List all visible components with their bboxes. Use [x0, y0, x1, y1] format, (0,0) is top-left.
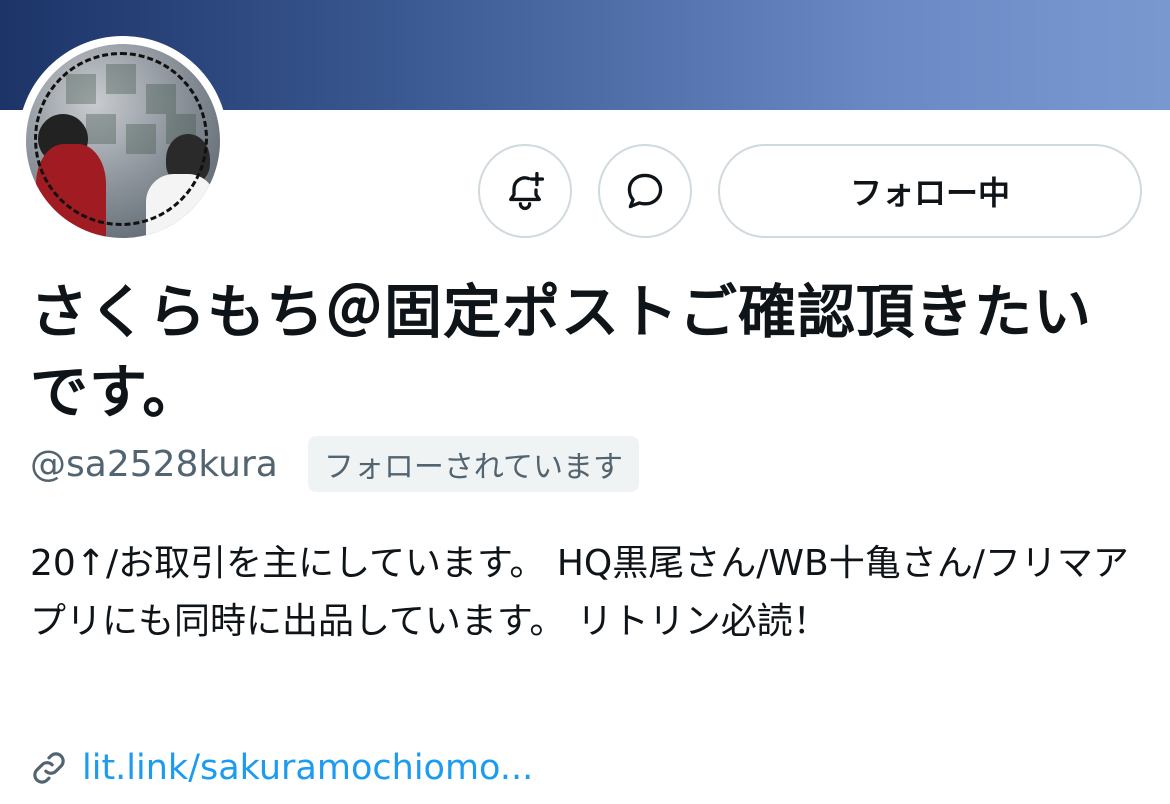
profile-bio: 20↑/お取引を主にしています。 HQ黒尾さん/WB十亀さん/フリマアプリにも同…	[30, 543, 1129, 642]
bell-plus-icon	[503, 169, 547, 213]
display-name: さくらもち＠固定ポストご確認頂きたいです。	[30, 278, 1093, 426]
follows-you-badge: フォローされています	[307, 436, 639, 492]
notifications-button[interactable]	[478, 144, 572, 238]
profile-page: フォロー中 さくらもち＠固定ポストご確認頂きたいです。 @sa2528kura …	[0, 0, 1170, 804]
message-button[interactable]	[598, 144, 692, 238]
avatar-ring	[18, 36, 228, 246]
following-button[interactable]: フォロー中	[718, 144, 1142, 238]
avatar[interactable]	[26, 44, 220, 238]
profile-link-row[interactable]: lit.link/sakuramochiomo...	[30, 740, 533, 796]
user-handle: @sa2528kura	[30, 443, 278, 485]
profile-link[interactable]: lit.link/sakuramochiomo...	[82, 748, 533, 788]
following-button-label: フォロー中	[849, 174, 1010, 212]
message-bubble-icon	[623, 169, 667, 213]
link-icon	[30, 749, 68, 787]
avatar-dashed-border	[34, 52, 208, 226]
handle-row: @sa2528kura フォローされています	[30, 436, 639, 492]
